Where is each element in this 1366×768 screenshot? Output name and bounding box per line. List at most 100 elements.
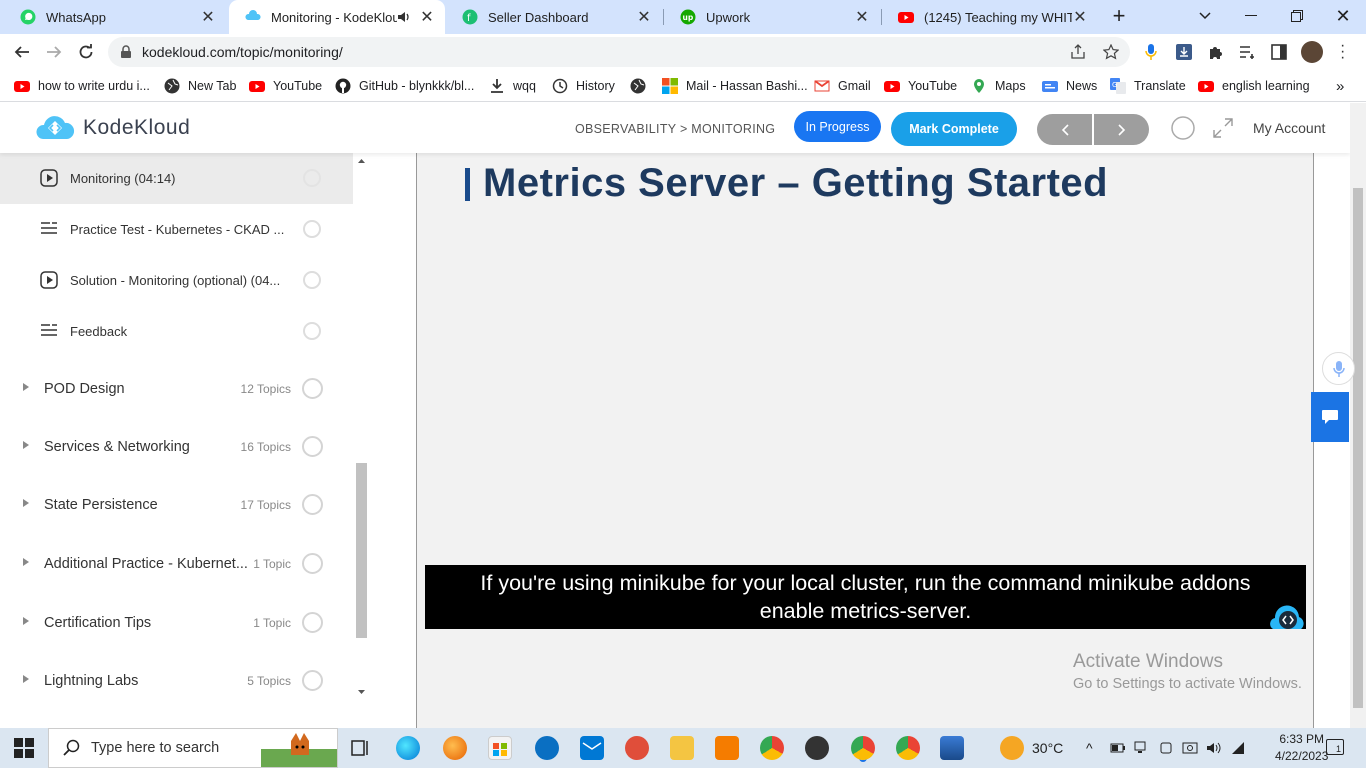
scroll-up-arrow-icon[interactable] xyxy=(353,155,370,167)
page-scrollbar[interactable] xyxy=(1350,103,1366,728)
settings-app-icon[interactable] xyxy=(715,736,739,760)
sidebar-scroll-thumb[interactable] xyxy=(356,463,367,638)
bookmark-youtube[interactable]: YouTube xyxy=(249,77,322,95)
section-item[interactable]: State Persistence 17 Topics xyxy=(0,485,353,525)
tab-search-chevron-icon[interactable] xyxy=(1193,4,1217,28)
meet-now-icon[interactable] xyxy=(1158,741,1174,755)
close-window-button[interactable]: ✕ xyxy=(1331,4,1355,28)
chrome-profile-h-icon[interactable] xyxy=(896,736,920,760)
lock-icon[interactable] xyxy=(120,45,132,59)
section-item[interactable]: POD Design 12 Topics xyxy=(0,369,353,409)
bookmark-english[interactable]: english learning xyxy=(1198,77,1310,95)
volume-icon[interactable] xyxy=(1206,741,1222,755)
url-text[interactable]: kodekloud.com/topic/monitoring/ xyxy=(142,44,343,60)
tab-whatsapp[interactable]: WhatsApp ✕ xyxy=(4,0,226,34)
chrome-profile-icon[interactable] xyxy=(851,736,875,760)
section-item[interactable]: Certification Tips 1 Topic xyxy=(0,603,353,643)
bookmark-mail[interactable]: Mail - Hassan Bashi... xyxy=(662,77,808,95)
mail-icon[interactable] xyxy=(580,736,604,760)
video-player[interactable]: Metrics Server – Getting Started If you'… xyxy=(416,153,1314,728)
next-lesson-button[interactable] xyxy=(1094,114,1149,145)
bookmark-maps[interactable]: Maps xyxy=(971,77,1026,95)
kodekloud-logo[interactable]: KodeKloud xyxy=(35,115,190,141)
dark-mode-icon[interactable] xyxy=(1171,116,1195,140)
task-view-icon[interactable] xyxy=(350,738,370,758)
camera-app-icon[interactable] xyxy=(805,736,829,760)
previous-lesson-button[interactable] xyxy=(1037,114,1092,145)
reload-button[interactable] xyxy=(74,40,98,64)
profile-avatar[interactable] xyxy=(1301,41,1323,63)
taskbar-clock[interactable]: 6:33 PM 4/22/2023 xyxy=(1275,731,1328,765)
tab-seller-dashboard[interactable]: f Seller Dashboard ✕ xyxy=(446,0,662,34)
tab-kodekloud[interactable]: Monitoring - KodeKloud ✕ xyxy=(229,0,445,34)
tab-youtube[interactable]: (1245) Teaching my WHITE fr ✕ xyxy=(882,0,1098,34)
file-explorer-icon[interactable] xyxy=(670,736,694,760)
my-account-link[interactable]: My Account xyxy=(1253,120,1325,136)
download-extension-icon[interactable] xyxy=(1176,44,1192,60)
bookmark-github[interactable]: GitHub - blynkkk/bl... xyxy=(335,77,474,95)
close-tab-icon[interactable]: ✕ xyxy=(1072,9,1088,26)
skype-icon[interactable] xyxy=(535,736,559,760)
firefox-icon[interactable] xyxy=(443,736,467,760)
lesson-item[interactable]: Feedback xyxy=(0,306,353,357)
extensions-puzzle-icon[interactable] xyxy=(1208,44,1224,60)
notification-center-icon[interactable]: 1 xyxy=(1326,739,1344,755)
back-button[interactable] xyxy=(10,40,34,64)
page-scroll-thumb[interactable] xyxy=(1353,188,1363,708)
share-icon[interactable] xyxy=(1070,44,1086,60)
restore-button[interactable] xyxy=(1285,4,1309,28)
bookmark-gmail[interactable]: Gmail xyxy=(814,77,871,95)
mark-complete-button[interactable]: Mark Complete xyxy=(891,112,1017,146)
fullscreen-icon[interactable] xyxy=(1213,118,1233,138)
tab-upwork[interactable]: up Upwork ✕ xyxy=(664,0,880,34)
omnibox[interactable]: kodekloud.com/topic/monitoring/ xyxy=(108,37,1130,67)
lesson-item[interactable]: Monitoring (04:14) xyxy=(0,153,353,204)
minimize-button[interactable] xyxy=(1239,4,1263,28)
browser-menu-icon[interactable]: · · · xyxy=(1340,38,1345,66)
windows-start-icon[interactable] xyxy=(14,738,34,758)
new-tab-button[interactable]: + xyxy=(1107,3,1131,28)
close-tab-icon[interactable]: ✕ xyxy=(636,9,652,26)
bookmark-history[interactable]: History xyxy=(552,77,615,95)
battery-icon[interactable] xyxy=(1110,742,1126,754)
section-item[interactable]: Services & Networking 16 Topics xyxy=(0,427,353,467)
bookmark-urdu[interactable]: how to write urdu i... xyxy=(14,77,150,95)
edge-icon[interactable] xyxy=(396,736,420,760)
tray-overflow-chevron-icon[interactable]: ^ xyxy=(1086,740,1093,756)
close-tab-icon[interactable]: ✕ xyxy=(200,9,216,26)
snail-app-icon[interactable] xyxy=(625,736,649,760)
lesson-item[interactable]: Practice Test - Kubernetes - CKAD ... xyxy=(0,204,353,255)
close-tab-icon[interactable]: ✕ xyxy=(854,9,870,26)
camera-tray-icon[interactable] xyxy=(1182,741,1198,755)
in-progress-badge[interactable]: In Progress xyxy=(794,111,881,142)
voice-extension-icon[interactable] xyxy=(1143,43,1159,61)
forward-button[interactable] xyxy=(42,40,66,64)
weather-temperature[interactable]: 30°C xyxy=(1032,740,1063,756)
photos-app-icon[interactable] xyxy=(940,736,964,760)
lesson-item[interactable]: Solution - Monitoring (optional) (04... xyxy=(0,255,353,306)
chat-widget-icon[interactable] xyxy=(1311,392,1349,442)
scroll-down-arrow-icon[interactable] xyxy=(353,686,370,698)
lesson-status-circle xyxy=(303,322,321,340)
bookmarks-overflow-chevron-icon[interactable]: » xyxy=(1336,77,1344,95)
microsoft-store-icon[interactable] xyxy=(488,736,512,760)
bookmark-news[interactable]: News xyxy=(1042,77,1097,95)
close-tab-icon[interactable]: ✕ xyxy=(419,9,435,26)
wifi-icon[interactable] xyxy=(1230,741,1246,755)
network-icon[interactable] xyxy=(1134,741,1150,755)
microphone-icon[interactable] xyxy=(1322,352,1355,385)
bookmark-star-icon[interactable] xyxy=(1103,44,1119,60)
section-item[interactable]: Additional Practice - Kubernet... 1 Topi… xyxy=(0,544,353,584)
bookmark-wqq[interactable]: wqq xyxy=(489,77,536,95)
bookmark-globe[interactable] xyxy=(630,77,654,95)
bookmark-youtube-2[interactable]: YouTube xyxy=(884,77,957,95)
speaker-icon[interactable] xyxy=(397,10,411,24)
reading-list-icon[interactable] xyxy=(1239,44,1255,60)
taskbar-search-box[interactable]: Type here to search xyxy=(48,728,338,768)
section-item[interactable]: Lightning Labs 5 Topics xyxy=(0,661,353,701)
chrome-icon[interactable] xyxy=(760,736,784,760)
side-panel-icon[interactable] xyxy=(1271,44,1287,60)
sidebar-scrollbar[interactable] xyxy=(353,153,370,728)
bookmark-new-tab[interactable]: New Tab xyxy=(164,77,236,95)
bookmark-translate[interactable]: G Translate xyxy=(1110,77,1186,95)
